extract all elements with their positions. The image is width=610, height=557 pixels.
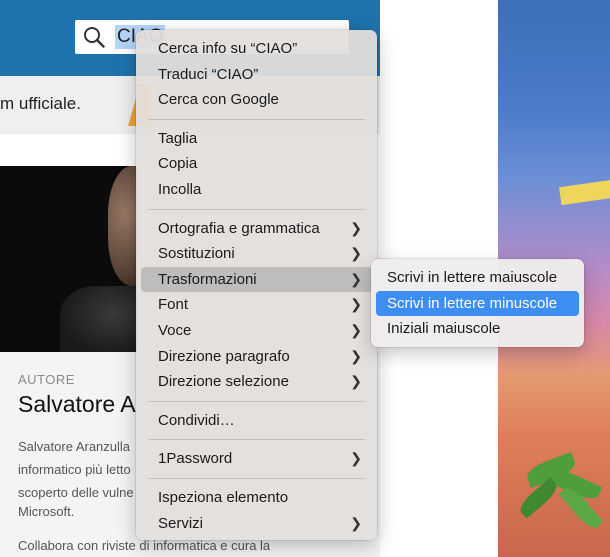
menu-item-label: Direzione selezione — [158, 373, 289, 391]
submenu-item-lowercase[interactable]: Scrivi in lettere minuscole — [376, 290, 579, 316]
submenu-item-capitalize[interactable]: Iniziali maiuscole — [376, 316, 579, 342]
chevron-right-icon: ❯ — [350, 270, 362, 287]
menu-separator — [148, 477, 365, 479]
chevron-right-icon: ❯ — [350, 450, 362, 467]
menu-item-label: Direzione paragrafo — [158, 347, 290, 365]
chevron-right-icon: ❯ — [350, 296, 362, 313]
menu-item-cerca-info[interactable]: Cerca info su “CIAO” — [141, 36, 372, 62]
author-bio-line: Salvatore Aranzulla — [18, 439, 131, 454]
menu-item-cerca-google[interactable]: Cerca con Google — [141, 87, 372, 113]
menu-item-taglia[interactable]: Taglia — [141, 126, 372, 152]
author-photo-shirt — [60, 286, 137, 352]
chevron-right-icon: ❯ — [350, 514, 362, 531]
menu-item-label: Sostituzioni — [158, 245, 235, 263]
menu-item-label: Font — [158, 296, 189, 314]
author-bio-line: Microsoft. — [18, 504, 75, 519]
chevron-right-icon: ❯ — [350, 373, 362, 390]
menu-item-font[interactable]: Font ❯ — [141, 292, 372, 318]
menu-item-incolla[interactable]: Incolla — [141, 177, 372, 203]
author-bio-line: Collabora con riviste di informatica e c… — [18, 538, 271, 553]
chevron-right-icon: ❯ — [350, 321, 362, 338]
author-photo — [0, 166, 137, 352]
transformations-submenu: Scrivi in lettere maiuscole Scrivi in le… — [371, 259, 584, 347]
menu-item-ispeziona[interactable]: Ispeziona elemento — [141, 485, 372, 511]
menu-item-condividi[interactable]: Condividi… — [141, 408, 372, 434]
menu-item-ortografia[interactable]: Ortografia e grammatica ❯ — [141, 216, 372, 242]
menu-item-traduci[interactable]: Traduci “CIAO” — [141, 62, 372, 88]
menu-item-label: Trasformazioni — [158, 270, 257, 288]
menu-separator — [148, 400, 365, 402]
menu-item-label: Voce — [158, 321, 192, 339]
menu-item-label: 1Password — [158, 450, 233, 468]
author-label: AUTORE — [18, 372, 75, 387]
menu-separator — [148, 118, 365, 120]
chevron-right-icon: ❯ — [350, 347, 362, 364]
menu-item-1password[interactable]: 1Password ❯ — [141, 446, 372, 472]
wallpaper-yellow-streak — [559, 178, 610, 206]
chevron-right-icon: ❯ — [350, 245, 362, 262]
notice-text: m ufficiale. — [0, 94, 81, 113]
menu-item-trasformazioni[interactable]: Trasformazioni ❯ — [141, 266, 372, 293]
menu-item-sostituzioni[interactable]: Sostituzioni ❯ — [141, 241, 372, 267]
menu-separator — [148, 208, 365, 210]
menu-item-direzione-paragrafo[interactable]: Direzione paragrafo ❯ — [141, 344, 372, 370]
menu-separator — [148, 439, 365, 441]
author-bio-line: scoperto delle vulne — [18, 485, 134, 500]
menu-item-direzione-selezione[interactable]: Direzione selezione ❯ — [141, 369, 372, 395]
submenu-item-uppercase[interactable]: Scrivi in lettere maiuscole — [376, 265, 579, 291]
menu-item-voce[interactable]: Voce ❯ — [141, 318, 372, 344]
author-photo-face — [108, 166, 137, 286]
menu-item-label: Ortografia e grammatica — [158, 219, 320, 237]
author-name[interactable]: Salvatore A — [18, 391, 136, 418]
menu-item-label: Servizi — [158, 514, 204, 532]
menu-item-servizi[interactable]: Servizi ❯ — [141, 511, 372, 537]
menu-item-copia[interactable]: Copia — [141, 151, 372, 177]
wallpaper-palm-leaves — [516, 420, 604, 557]
chevron-right-icon: ❯ — [350, 219, 362, 236]
author-bio-line: informatico più letto — [18, 462, 131, 477]
context-menu: Cerca info su “CIAO” Traduci “CIAO” Cerc… — [136, 30, 377, 540]
search-icon[interactable] — [83, 26, 105, 48]
